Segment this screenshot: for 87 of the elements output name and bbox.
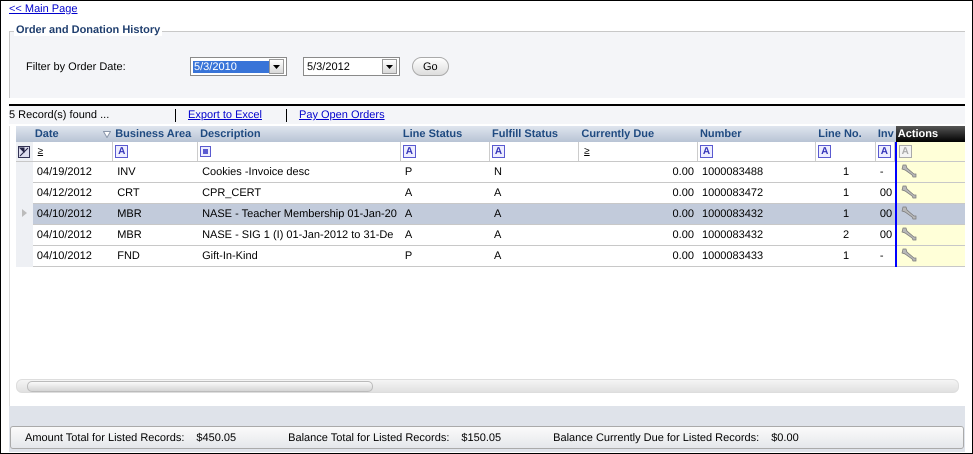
table-cell: A [490,224,580,246]
total-label: Balance Total for Listed Records: [288,432,450,444]
wrench-icon[interactable] [900,206,917,220]
table-row[interactable]: 04/10/2012 MBR NASE - SIG 1 (I) 01-Jan-2012 to 31-De A A 0.00 1000083432 2 00 [16,224,965,246]
column-header[interactable]: Date [32,126,114,142]
total-label: Balance Currently Due for Listed Records: [553,432,760,444]
total-value: $150.05 [461,432,502,444]
table-cell: A [400,224,490,246]
go-button[interactable]: Go [412,57,449,76]
table-cell: 1000083433 [698,246,816,266]
table-cell: 2 [816,224,876,246]
horizontal-scrollbar[interactable] [16,379,959,393]
caret-icon[interactable] [273,64,280,68]
filter-icon[interactable]: A [492,145,506,158]
table-cell: 0.00 [579,224,698,246]
total-value: $0.00 [771,432,799,444]
table-row[interactable]: 04/10/2012 MBR NASE - Teacher Membership 01-Jan-20 A A 0.00 1000083432 1 00 [16,204,965,224]
table-cell: 1000083488 [698,162,816,182]
row-indicator-icon [22,209,27,217]
section-title: Order and Donation History [14,24,162,36]
table-cell: A [490,246,580,266]
table-cell: INV [113,162,198,182]
filter-icon[interactable]: A [115,145,128,158]
table-row[interactable]: 04/10/2012 FND Gift-In-Kind P A 0.00 1000083433 1 - [16,246,965,266]
record-count: 5 Record(s) found ... [9,109,110,121]
column-header[interactable]: Currently Due [579,126,698,142]
filter-icon[interactable]: A [818,145,832,158]
wrench-icon[interactable] [900,184,917,198]
table-cell: MBR [113,204,198,224]
table-cell: 04/10/2012 [32,224,114,246]
caret-icon[interactable] [386,64,393,68]
main-page-link[interactable]: << Main Page [9,3,78,15]
column-header[interactable]: Inv [876,126,896,142]
table-cell: MBR [113,224,198,246]
total-label: Amount Total for Listed Records: [25,432,184,444]
table-cell: 04/10/2012 [32,246,114,266]
table-cell: 1 [816,204,876,224]
table-cell: 0.00 [579,204,698,224]
wrench-icon[interactable] [900,248,917,262]
clear-filter-icon[interactable] [18,146,30,158]
date-combo[interactable]: 5/3/2010 [190,57,287,76]
table-cell: Gift-In-Kind [198,246,401,266]
scroll-thumb[interactable] [27,381,373,392]
filter-operator[interactable]: ≥ [581,146,592,157]
column-header[interactable]: Line No. [816,126,876,142]
table-cell: 1000083432 [698,224,816,246]
dropdown-button[interactable] [382,59,397,74]
filter-operator[interactable]: ≥ [34,146,46,157]
column-header[interactable]: Business Area [113,126,198,142]
table-cell: 0.00 [579,162,698,182]
wrench-icon[interactable] [900,164,917,178]
table-cell: P [400,162,490,182]
table-cell: 1 [816,162,876,182]
dropdown-button[interactable] [269,59,284,74]
table-cell: 1000083432 [698,204,816,224]
column-header[interactable]: Line Status [400,126,490,142]
filter-icon[interactable]: A [402,145,416,158]
filter-icon[interactable]: A [700,145,713,158]
table-cell: 0.00 [579,246,698,266]
table-cell: FND [113,246,198,266]
total-value: $450.05 [196,432,236,444]
table-cell: Cookies -Invoice desc [198,162,401,182]
column-header[interactable]: Fulfill Status [490,126,580,142]
column-header[interactable]: Number [698,126,816,142]
filter-icon[interactable] [200,146,212,157]
table-cell: A [400,204,490,224]
filter-label: Filter by Order Date: [26,60,127,72]
sort-icon[interactable] [103,130,112,138]
table-cell: N [490,162,580,182]
table-cell: NASE - Teacher Membership 01-Jan-20 [198,204,401,224]
table-cell: 04/10/2012 [32,204,114,224]
column-header[interactable]: Description [198,126,401,142]
table-cell: 04/19/2012 [32,162,114,182]
column-header: Actions [896,126,965,142]
toolbar-link[interactable]: Pay Open Orders [298,109,385,121]
table-cell: 00 [876,204,896,224]
table-cell: A [490,204,580,224]
toolbar-link[interactable]: Export to Excel [188,109,262,121]
date-field[interactable]: 5/3/2010 [193,60,269,72]
wrench-icon[interactable] [900,226,917,240]
table-cell: 1 [816,246,876,266]
table-cell: P [400,246,490,266]
date-combo[interactable]: 5/3/2012 [303,57,400,76]
table-cell: NASE - SIG 1 (I) 01-Jan-2012 to 31-De [198,224,401,246]
filter-icon[interactable]: A [878,145,891,158]
date-field[interactable]: 5/3/2012 [306,60,382,72]
table-row[interactable]: 04/19/2012 INV Cookies -Invoice desc P N 0.00 1000083488 1 - [16,162,965,182]
